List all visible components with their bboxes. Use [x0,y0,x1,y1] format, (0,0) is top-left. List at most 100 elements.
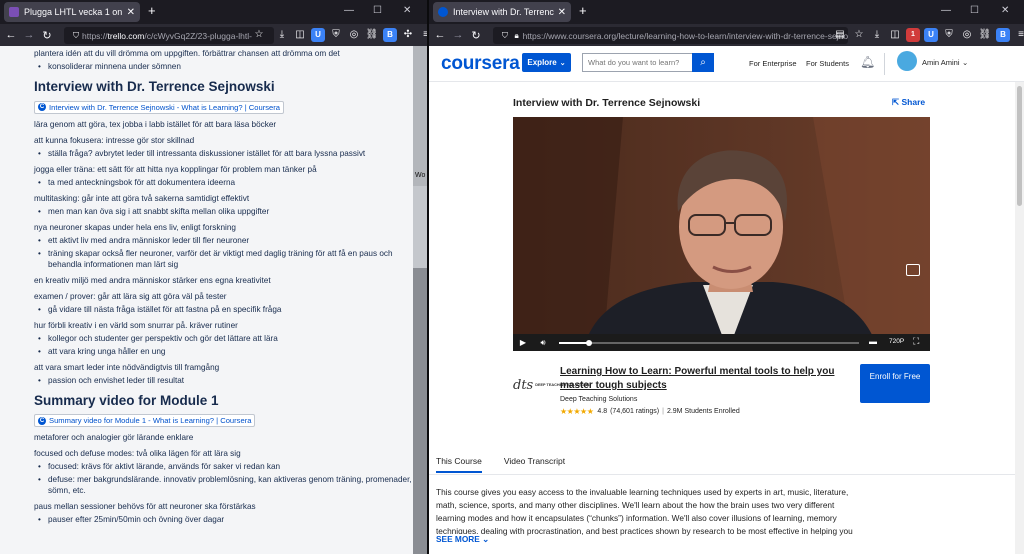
close-window-icon[interactable]: ✕ [1001,5,1009,17]
puzzle-icon[interactable]: ✣ [401,28,415,42]
trello-tab[interactable]: Plugga LHTL vecka 1 on Planer ✕ [4,2,140,22]
maximize-icon[interactable]: ☐ [970,5,979,17]
share-button[interactable]: ⇱ Share [892,97,925,108]
maximize-icon[interactable]: ☐ [373,5,382,17]
reload-icon[interactable]: ↻ [38,29,56,42]
video-player[interactable] [513,117,930,351]
download-icon[interactable]: ⤓ [275,28,289,42]
link-text: Interview with Dr. Terrence Sejnowski - … [49,102,281,112]
resolution-label[interactable]: 720P [889,338,904,345]
menu-icon[interactable]: ≡ [419,28,427,42]
bitwarden-icon[interactable]: U [311,28,325,42]
coursera-header: coursera Explore⌄ ⌕ For Enterprise For S… [429,46,1024,82]
see-more-button[interactable]: SEE MORE ⌄ [436,534,494,544]
chevron-down-icon: ⌄ [482,534,490,544]
section-heading-interview: Interview with Dr. Terrence Sejnowski [34,79,275,94]
bell-icon[interactable]: 🔔︎ [860,55,875,69]
bookmark-star-icon[interactable]: ☆ [252,28,266,42]
forward-icon[interactable]: → [449,29,467,41]
avatar[interactable] [897,51,917,71]
for-students-link[interactable]: For Students [806,59,849,68]
right-browser-window: Interview with Dr. Terrence Sejno ✕ + — … [429,0,1024,554]
minimize-icon[interactable]: — [344,5,354,17]
new-tab-button[interactable]: + [579,4,587,18]
rating-value: 4.8 [597,408,608,415]
tab-title: Interview with Dr. Terrence Sejno [453,7,554,17]
close-tab-icon[interactable]: ✕ [127,7,135,18]
list-item: pauser efter 25min/50min och övning över… [34,514,413,525]
chevron-down-icon[interactable]: ⌄ [962,58,968,67]
blue-extension-icon[interactable]: B [996,28,1010,42]
course-description: This course gives you easy access to the… [436,487,853,536]
back-icon[interactable]: ← [431,29,449,41]
video-controls: ▶ 🔊︎ ▬ 720P ⛶ [513,334,930,351]
extension-icon[interactable]: ◫ [888,28,902,42]
enroll-label: Enroll for Free [869,372,921,381]
coursera-favicon-icon: C [38,416,46,425]
share-label: Share [901,97,926,107]
tracking-shield-icon[interactable]: ⛉ [70,29,82,43]
dts-logo-mark: dts [513,378,534,393]
forward-icon[interactable]: → [20,29,38,41]
link-icon[interactable]: ⛓ [365,28,379,42]
page-scrollbar[interactable] [1015,82,1024,554]
left-extension-icons: ⤓ ◫ U ⛨ ◎ ⛓ B ✣ ≡ [275,28,427,42]
addon-icon[interactable]: ⛨ [329,28,343,42]
video-progress-bar[interactable] [559,340,859,346]
enroll-button[interactable]: Enroll for Free [860,364,930,403]
url-path: /lecture/learning-how-to-learn/interview… [616,30,849,41]
coursera-logo[interactable]: coursera [441,53,520,75]
reader-view-icon[interactable]: ▤ [833,28,847,42]
close-window-icon[interactable]: ✕ [403,5,411,17]
tracking-shield-icon[interactable]: ⛉ [499,29,511,43]
new-tab-button[interactable]: + [148,4,156,18]
back-icon[interactable]: ← [2,29,20,41]
download-icon[interactable]: ⤓ [870,28,884,42]
cookie-icon[interactable]: ◎ [960,28,974,42]
note-text: paus mellan sessioner behövs för att neu… [34,502,256,511]
video-frame [513,117,930,351]
coursera-tab[interactable]: Interview with Dr. Terrence Sejno ✕ [433,2,571,22]
explore-button[interactable]: Explore ⌄ [522,53,571,72]
minimize-icon[interactable]: — [941,5,951,17]
course-title-link[interactable]: Learning How to Learn: Powerful mental t… [560,365,836,393]
left-navbar: ← → ↻ ⛉ https://trello.com/c/cWyvGq2Z/23… [0,24,427,46]
bitwarden-icon[interactable]: U [924,28,938,42]
captions-icon[interactable]: ▬ [869,337,877,346]
cookie-icon[interactable]: ◎ [347,28,361,42]
lock-icon: 🔒︎ [514,30,519,40]
list-item: ett aktivt liv med andra människor leder… [34,235,413,246]
note-text: att vara smart leder inte nödvändigtvis … [34,362,220,372]
reload-icon[interactable]: ↻ [467,29,485,42]
list-item: ställa fråga? avbrytet leder till intres… [34,148,413,159]
user-name[interactable]: Amin Amini [922,58,960,67]
for-enterprise-link[interactable]: For Enterprise [749,59,797,68]
play-icon[interactable]: ▶ [513,338,533,347]
url-host: https://www.coursera.org [522,30,617,41]
right-url-bar[interactable]: ⛉ 🔒︎ https://www.coursera.org/lecture/le… [493,27,848,44]
list-item: kollegor och studenter ger perspektiv oc… [34,333,413,344]
progress-knob[interactable] [586,340,592,346]
picture-in-picture-icon[interactable] [906,264,920,276]
left-url-bar[interactable]: ⛉ https://trello.com/c/cWyvGq2Z/23-plugg… [64,27,274,44]
close-tab-icon[interactable]: ✕ [558,7,566,18]
search-button[interactable]: ⌕ [692,53,714,72]
addon-icon[interactable]: ⛨ [942,28,956,42]
bookmark-star-icon[interactable]: ☆ [852,28,866,42]
link-icon[interactable]: ⛓ [978,28,992,42]
notification-extension-icon[interactable]: 1 [906,28,920,42]
rating-count: (74,601 ratings) [610,408,660,415]
fullscreen-icon[interactable]: ⛶ [913,336,919,347]
menu-icon[interactable]: ≡ [1014,28,1024,42]
url-path: /c/cWyvGq2Z/23-plugga-lhtl- [144,30,252,41]
volume-icon[interactable]: 🔊︎ [533,338,553,348]
tab-video-transcript[interactable]: Video Transcript [504,456,565,473]
blue-extension-icon[interactable]: B [383,28,397,42]
extension-icon[interactable]: ◫ [293,28,307,42]
interview-link[interactable]: C Interview with Dr. Terrence Sejnowski -… [34,100,285,114]
tab-this-course[interactable]: This Course [436,456,482,473]
course-tabs: This Course Video Transcript [436,456,565,473]
note-text: multitasking: går inte att göra två sake… [34,193,250,203]
summary-link[interactable]: C Summary video for Module 1 - What is Le… [34,414,256,427]
search-input[interactable] [582,53,692,72]
